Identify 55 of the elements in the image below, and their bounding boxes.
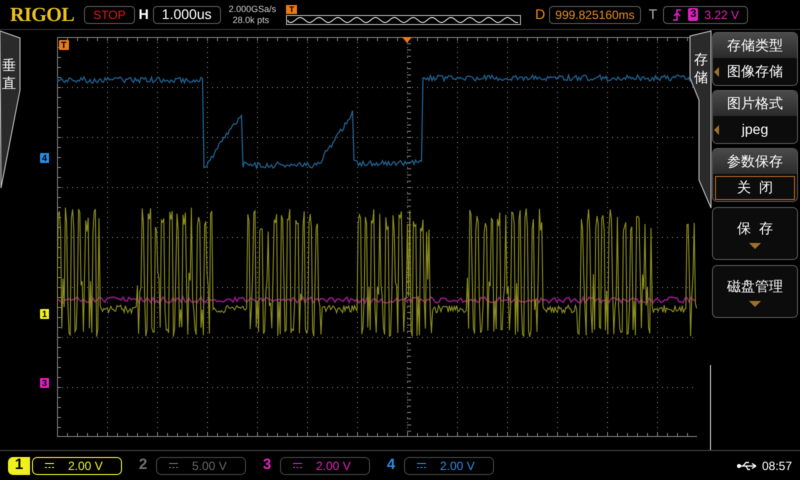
down-arrow-icon [749,301,761,307]
sample-rate: 2.000GSa/s [228,4,276,14]
horizontal-label: H [138,5,149,24]
option-value: 关 闭 [715,176,795,200]
clock-time: 08:57 [762,458,792,474]
usb-icon [736,460,758,470]
brand-logo: RIGOL [10,2,74,28]
storage-menu-tab[interactable] [689,30,713,210]
channel-scale: 5.00 V [192,458,227,474]
channel-scale: 2.00 V [316,458,351,474]
down-arrow-icon [749,243,761,249]
channel-offset-marker[interactable]: 3 [40,378,50,388]
memory-depth: 28.0k pts [232,14,270,26]
timebase-value: 1.000us [152,6,221,24]
menu-action-button[interactable]: 保 存 [712,207,798,260]
channel-offset-marker[interactable]: 1 [40,309,50,319]
run-status: STOP [84,6,135,24]
dc-coupling-icon [417,463,426,468]
channel-scale-box[interactable]: 2.00 V [32,456,122,474]
channel-scale: 2.00 V [440,458,475,474]
rising-edge-icon [672,8,682,22]
option-title: 存储类型 [713,33,797,58]
dc-coupling-icon [169,463,178,468]
channel-number-tab[interactable]: 2 [132,456,154,474]
dc-coupling-icon [293,463,302,468]
option-title: 参数保存 [713,149,797,174]
channel-number-tab[interactable]: 4 [380,456,402,474]
channel-number-tab[interactable]: 3 [256,456,278,474]
menu-option-button[interactable]: 图片格式 jpeg [712,90,798,144]
trigger-level-marker[interactable]: T [59,40,68,50]
trigger-level: 3.22 V [704,6,740,24]
menu-option-button[interactable]: 存储类型 图像存储 [712,32,798,86]
trigger-position-icon [402,37,412,43]
menu-option-button[interactable]: 参数保存 关 闭 [712,148,798,202]
option-value: jpeg [742,120,768,139]
option-value: 图像存储 [727,62,783,81]
vertical-menu-tab[interactable] [0,30,22,190]
channel-offset-marker[interactable]: 4 [40,153,50,163]
channel-scale: 2.00 V [68,458,103,474]
dc-coupling-icon [45,463,54,468]
trigger-position-marker: T [286,4,298,14]
channel-scale-box[interactable]: 2.00 V [404,456,494,474]
storage-tab-label: 存储 [694,50,708,86]
delay-label: D [535,5,546,24]
trigger-source: 3 [688,8,698,21]
channel-scale-box[interactable]: 2.00 V [280,456,370,474]
vertical-tab-label: 垂直 [2,56,17,92]
trigger-label: T [648,5,658,24]
option-title: 图片格式 [713,91,797,116]
left-arrow-icon [714,66,719,76]
menu-action-button[interactable]: 磁盘管理 [712,265,798,318]
left-arrow-icon [714,124,719,134]
channel-scale-box[interactable]: 5.00 V [156,456,246,474]
delay-value: 999.825160ms [549,6,641,24]
channel-number-tab[interactable]: 1 [8,456,30,474]
